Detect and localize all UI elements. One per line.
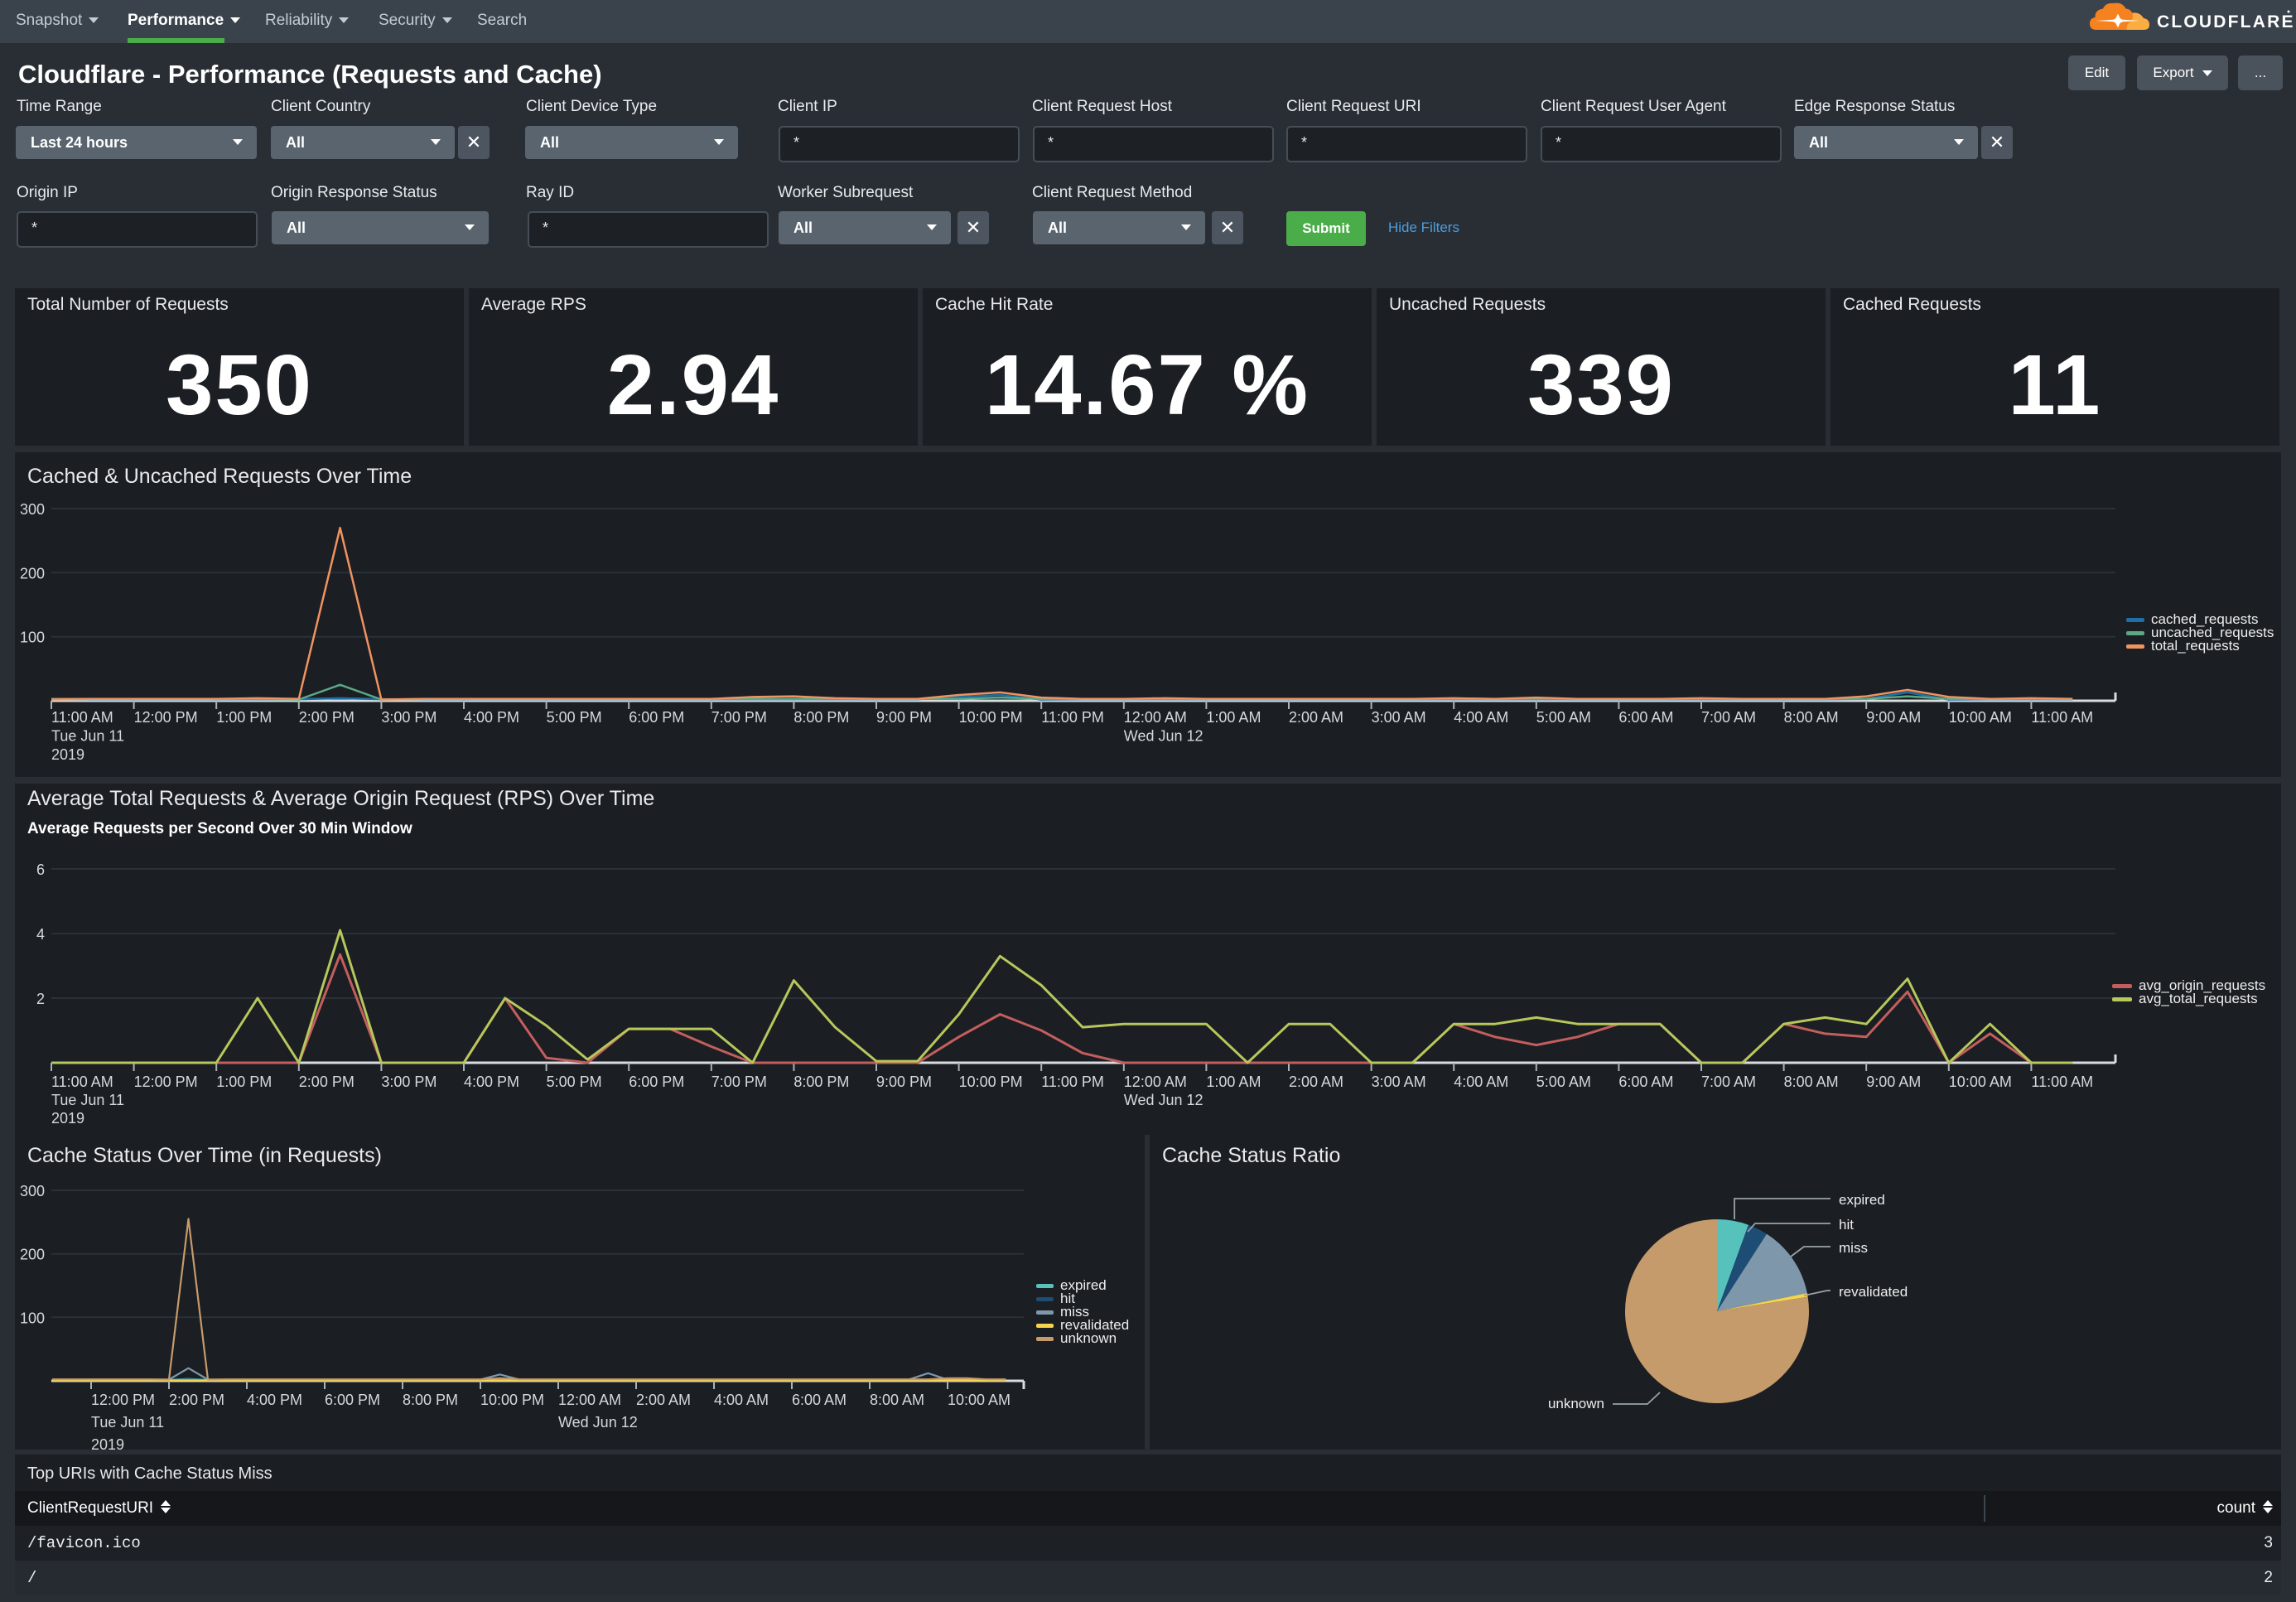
svg-text:6:00 PM: 6:00 PM xyxy=(629,709,684,726)
svg-text:4:00 AM: 4:00 AM xyxy=(1454,709,1508,726)
svg-text:12:00 AM: 12:00 AM xyxy=(558,1392,621,1408)
svg-text:2019: 2019 xyxy=(51,746,84,763)
svg-text:4:00 PM: 4:00 PM xyxy=(464,1074,519,1090)
svg-text:10:00 PM: 10:00 PM xyxy=(959,1074,1023,1090)
svg-text:2:00 AM: 2:00 AM xyxy=(636,1392,691,1408)
svg-text:7:00 AM: 7:00 AM xyxy=(1701,709,1756,726)
svg-text:6:00 AM: 6:00 AM xyxy=(792,1392,847,1408)
svg-text:10:00 PM: 10:00 PM xyxy=(480,1392,544,1408)
svg-text:8:00 PM: 8:00 PM xyxy=(793,1074,849,1090)
svg-text:200: 200 xyxy=(20,1247,45,1263)
svg-text:hit: hit xyxy=(1839,1217,1854,1233)
svg-text:expired: expired xyxy=(1839,1192,1885,1208)
svg-text:Wed Jun 12: Wed Jun 12 xyxy=(1124,1092,1203,1108)
svg-text:6:00 AM: 6:00 AM xyxy=(1618,709,1673,726)
svg-text:11:00 AM: 11:00 AM xyxy=(51,709,113,726)
svg-text:10:00 AM: 10:00 AM xyxy=(1949,709,2012,726)
svg-text:3:00 AM: 3:00 AM xyxy=(1372,1074,1426,1090)
svg-text:9:00 PM: 9:00 PM xyxy=(876,1074,932,1090)
svg-text:5:00 PM: 5:00 PM xyxy=(547,1074,602,1090)
svg-text:12:00 AM: 12:00 AM xyxy=(1124,1074,1187,1090)
svg-text:unknown: unknown xyxy=(1548,1396,1604,1411)
svg-text:Wed Jun 12: Wed Jun 12 xyxy=(558,1414,638,1431)
svg-text:11:00 AM: 11:00 AM xyxy=(2031,1074,2093,1090)
svg-text:200: 200 xyxy=(20,565,45,581)
svg-text:10:00 PM: 10:00 PM xyxy=(959,709,1023,726)
svg-text:8:00 PM: 8:00 PM xyxy=(403,1392,458,1408)
svg-text:12:00 PM: 12:00 PM xyxy=(134,1074,198,1090)
svg-text:100: 100 xyxy=(20,1310,45,1326)
svg-text:6: 6 xyxy=(36,861,45,878)
svg-text:11:00 PM: 11:00 PM xyxy=(1041,709,1104,726)
svg-text:4:00 PM: 4:00 PM xyxy=(247,1392,302,1408)
svg-text:10:00 AM: 10:00 AM xyxy=(948,1392,1011,1408)
svg-text:9:00 PM: 9:00 PM xyxy=(876,709,932,726)
svg-text:9:00 AM: 9:00 AM xyxy=(1866,1074,1921,1090)
svg-text:4:00 AM: 4:00 AM xyxy=(714,1392,769,1408)
svg-text:3:00 AM: 3:00 AM xyxy=(1372,709,1426,726)
svg-text:2019: 2019 xyxy=(51,1110,84,1127)
svg-text:100: 100 xyxy=(20,630,45,646)
svg-text:7:00 PM: 7:00 PM xyxy=(711,709,767,726)
svg-text:6:00 PM: 6:00 PM xyxy=(629,1074,684,1090)
svg-text:4: 4 xyxy=(36,926,45,943)
svg-text:5:00 PM: 5:00 PM xyxy=(547,709,602,726)
svg-text:11:00 AM: 11:00 AM xyxy=(51,1074,113,1090)
svg-text:8:00 PM: 8:00 PM xyxy=(793,709,849,726)
svg-text:8:00 AM: 8:00 AM xyxy=(870,1392,924,1408)
svg-text:2:00 AM: 2:00 AM xyxy=(1289,709,1343,726)
svg-text:7:00 PM: 7:00 PM xyxy=(711,1074,767,1090)
svg-text:2:00 AM: 2:00 AM xyxy=(1289,1074,1343,1090)
svg-text:11:00 PM: 11:00 PM xyxy=(1041,1074,1104,1090)
svg-text:Tue Jun 11: Tue Jun 11 xyxy=(51,728,124,745)
svg-text:8:00 AM: 8:00 AM xyxy=(1784,709,1839,726)
svg-text:Wed Jun 12: Wed Jun 12 xyxy=(1124,728,1203,745)
svg-text:1:00 PM: 1:00 PM xyxy=(216,1074,272,1090)
svg-text:1:00 AM: 1:00 AM xyxy=(1206,1074,1261,1090)
svg-text:4:00 PM: 4:00 PM xyxy=(464,709,519,726)
svg-text:3:00 PM: 3:00 PM xyxy=(381,1074,437,1090)
svg-text:2:00 PM: 2:00 PM xyxy=(169,1392,224,1408)
svg-text:Tue Jun 11: Tue Jun 11 xyxy=(51,1092,124,1108)
svg-text:2019: 2019 xyxy=(91,1436,124,1450)
svg-text:3:00 PM: 3:00 PM xyxy=(381,709,437,726)
svg-text:miss: miss xyxy=(1839,1240,1868,1256)
svg-text:revalidated: revalidated xyxy=(1839,1284,1908,1300)
svg-text:CLOUDFLARE: CLOUDFLARE xyxy=(2157,12,2295,31)
svg-text:12:00 AM: 12:00 AM xyxy=(1124,709,1187,726)
svg-text:8:00 AM: 8:00 AM xyxy=(1784,1074,1839,1090)
svg-text:2:00 PM: 2:00 PM xyxy=(299,1074,355,1090)
svg-text:5:00 AM: 5:00 AM xyxy=(1536,709,1591,726)
svg-text:11:00 AM: 11:00 AM xyxy=(2031,709,2093,726)
svg-text:12:00 PM: 12:00 PM xyxy=(91,1392,155,1408)
svg-text:6:00 AM: 6:00 AM xyxy=(1618,1074,1673,1090)
svg-text:6:00 PM: 6:00 PM xyxy=(325,1392,380,1408)
svg-text:2:00 PM: 2:00 PM xyxy=(299,709,355,726)
svg-text:10:00 AM: 10:00 AM xyxy=(1949,1074,2012,1090)
svg-text:5:00 AM: 5:00 AM xyxy=(1536,1074,1591,1090)
svg-text:12:00 PM: 12:00 PM xyxy=(134,709,198,726)
svg-text:7:00 AM: 7:00 AM xyxy=(1701,1074,1756,1090)
svg-text:Tue Jun 11: Tue Jun 11 xyxy=(91,1414,164,1431)
svg-text:4:00 AM: 4:00 AM xyxy=(1454,1074,1508,1090)
svg-text:9:00 AM: 9:00 AM xyxy=(1866,709,1921,726)
svg-text:2: 2 xyxy=(36,991,45,1007)
svg-text:300: 300 xyxy=(20,1183,45,1199)
svg-text:1:00 PM: 1:00 PM xyxy=(216,709,272,726)
svg-text:300: 300 xyxy=(20,501,45,518)
svg-text:1:00 AM: 1:00 AM xyxy=(1206,709,1261,726)
